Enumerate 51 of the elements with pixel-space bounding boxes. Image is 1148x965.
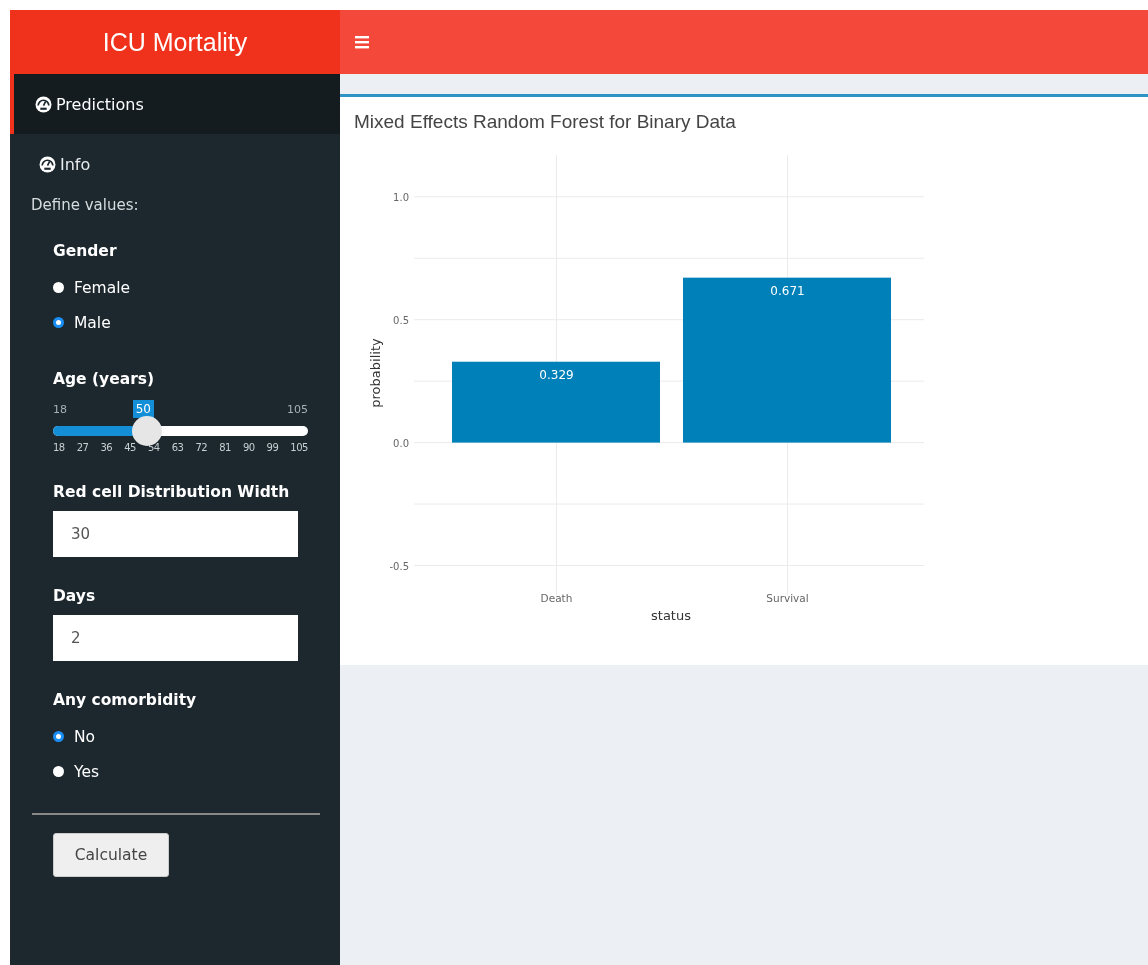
tick-label: 63 [171, 442, 184, 453]
axis-tick-label: -0.5 [389, 560, 409, 572]
tick-label: 36 [100, 442, 113, 453]
field-label: Gender [53, 242, 118, 260]
bar-value-label: 0.329 [539, 367, 574, 382]
tick-label: 18 [53, 442, 65, 453]
axis-tick-label: 0.5 [393, 314, 409, 326]
tick-label: 45 [124, 442, 136, 453]
menu-icon[interactable] [354, 34, 370, 50]
x-axis-title: status [651, 608, 691, 623]
sidebar-item[interactable]: Info [10, 134, 340, 194]
option-label: Male [74, 313, 111, 332]
calculate-button[interactable]: Calculate [53, 833, 169, 877]
tick-label: 90 [242, 442, 255, 453]
axis-tick-label: 1.0 [393, 191, 409, 203]
field-label: Age (years) [53, 370, 156, 388]
axis-tick-label: 0.0 [393, 437, 409, 449]
category-label: Death [540, 592, 573, 604]
field-label: Any comorbidity [53, 691, 198, 709]
radio-button[interactable] [53, 766, 64, 777]
option-label: Yes [74, 762, 100, 781]
number-input[interactable]: 2 [53, 615, 298, 661]
slider-min: 18 [53, 402, 67, 416]
tick-label: 81 [219, 442, 231, 453]
section-label: Define values: [30, 195, 140, 216]
dashboard-icon [35, 95, 52, 113]
tick-label: 105 [290, 442, 308, 453]
field-label: Days [53, 587, 97, 605]
radio-option[interactable]: Yes [53, 754, 308, 789]
app-title: ICU Mortality [10, 10, 340, 74]
tick-label: 27 [76, 442, 89, 453]
radio-option[interactable]: No [53, 719, 308, 754]
option-label: No [74, 727, 96, 746]
tick-label: 99 [266, 442, 279, 453]
dashboard-icon [39, 155, 56, 173]
radio-option[interactable]: Female [53, 270, 308, 305]
radio-option[interactable]: Male [53, 305, 308, 340]
tick-label: 72 [195, 442, 208, 453]
option-label: Female [74, 278, 131, 297]
sidebar-item[interactable]: Predictions [10, 74, 340, 134]
bar-value-label: 0.671 [770, 283, 805, 298]
radio-button[interactable] [53, 317, 64, 328]
slider-value: 50 [132, 400, 154, 418]
field-label: Red cell Distribution Width [53, 483, 291, 501]
number-input[interactable]: 30 [53, 511, 298, 557]
panel-title: Mixed Effects Random Forest for Binary Data [354, 111, 737, 133]
category-label: Survival [766, 592, 809, 604]
y-axis-title: probability [368, 338, 383, 408]
slider-max: 105 [287, 402, 308, 416]
radio-button[interactable] [53, 282, 64, 293]
radio-button[interactable] [53, 731, 64, 742]
